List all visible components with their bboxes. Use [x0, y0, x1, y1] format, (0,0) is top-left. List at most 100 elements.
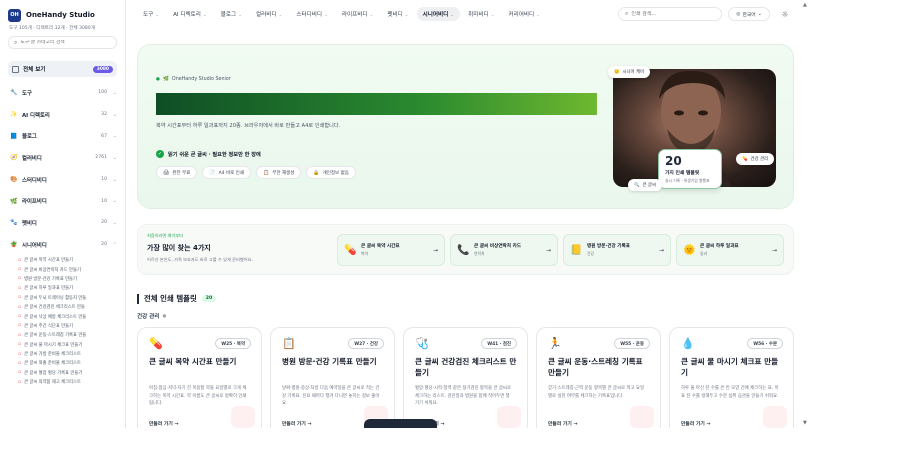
template-go-link[interactable]: 만들러 가기 →: [149, 420, 178, 427]
list-item-label: 큰 글씨 운동·스트레칭 기록표 만들: [24, 333, 87, 339]
template-card-medication[interactable]: 💊 W25 · 복약 큰 글씨 복약 시간표 만들기 아침·점심·저녁·자기 전…: [137, 327, 262, 437]
sidebar-search[interactable]: ⌕: [8, 36, 117, 49]
nav-item-pet[interactable]: 펫비디 ⌄: [381, 7, 414, 21]
nav-item-hobby[interactable]: 취미비디 ⌄: [462, 7, 500, 21]
chevron-down-icon[interactable]: ⌄: [111, 112, 117, 118]
template-go-link[interactable]: 만들러 가기 →: [282, 420, 311, 427]
list-item[interactable]: ▫ 큰 글씨 가방 준비물 체크리스트: [18, 349, 125, 358]
list-item-label: 병원 방문·건강 기록표 만들기: [24, 276, 77, 282]
language-select[interactable]: ◎ 한국어 ⌄: [728, 7, 770, 21]
list-item[interactable]: ▫ 큰 글씨 복약 시간표 만들기: [18, 256, 125, 265]
floating-toolbar[interactable]: [364, 419, 437, 428]
chevron-down-icon[interactable]: ⌄: [111, 177, 117, 183]
scroll-up-icon[interactable]: ▲: [803, 2, 807, 8]
list-item[interactable]: ▫ 큰 글씨 의약품 재고 체크리스트: [18, 378, 125, 387]
sidebar-item-ai-directory[interactable]: ✨ AI 디렉토리 32 ⌄: [0, 104, 125, 126]
nav-item-life[interactable]: 라이프비디 ⌄: [336, 7, 380, 21]
popular-card-sub: 일과: [700, 251, 707, 256]
popular-card-daily[interactable]: 🌞 큰 글씨 하루 일과표 일과 →: [676, 234, 784, 266]
sidebar-item-life[interactable]: 🌿 라이프비디 10 ⌄: [0, 190, 125, 212]
nav-item-career[interactable]: 커리어비디 ⌄: [502, 7, 546, 21]
scroll-down-icon[interactable]: ▼: [803, 420, 807, 426]
chevron-down-icon: ⌄: [536, 13, 540, 18]
chip-label: 개인정보 없음: [322, 170, 349, 176]
sidebar-item-tools[interactable]: 🔧 도구 100 ⌄: [0, 82, 125, 104]
popular-kicker: 처음이라면 여기부터: [147, 233, 184, 238]
chevron-down-icon[interactable]: ⌄: [111, 220, 117, 226]
template-count-sub: 실시 기록 · 위생기입 병행표: [665, 178, 710, 183]
lock-icon: 🔒: [313, 169, 320, 176]
nav-item-blog[interactable]: 블로그 ⌄: [215, 7, 248, 21]
sidebar-all-view[interactable]: 전체 보기 3080: [8, 61, 117, 77]
group-title: 건강 관리 ●: [137, 312, 166, 321]
list-item[interactable]: ▫ 큰 글씨 운동·스트레칭 기록표 만들: [18, 331, 125, 340]
list-item[interactable]: ▫ 큰 글씨 주간 식단표 만들기: [18, 321, 125, 330]
nav-item-ai-directory[interactable]: AI 디렉토리 ⌄: [167, 7, 213, 21]
template-go-link[interactable]: 만들러 가기 →: [681, 420, 710, 427]
nav-item-study[interactable]: 스터디비디 ⌄: [290, 7, 334, 21]
template-title: 병원 방문·건강 기록표 만들기: [282, 357, 377, 366]
list-item[interactable]: ▫ 큰 글씨 혈압 혈당 기록표 만들기: [18, 368, 125, 377]
popular-card-medication[interactable]: 💊 큰 글씨 복약 시간표 복약 →: [337, 234, 445, 266]
sidebar-item-pet[interactable]: 🐾 펫비디 20 ⌄: [0, 212, 125, 234]
top-search-input[interactable]: [631, 11, 712, 17]
list-item[interactable]: ▫ 큰 글씨 하루 일과표 만들기: [18, 284, 125, 293]
all-view-count: 3080: [92, 65, 113, 73]
template-description: 하루 물 마신 잔 수를 큰 칸 모양 건에 체크하는 표. 목표 잔 수를 정…: [681, 386, 779, 399]
sidebar-item-blog[interactable]: 📘 블로그 67 ⌄: [0, 125, 125, 147]
list-item[interactable]: ▫ 병원 방문·건강 기록표 만들기: [18, 274, 125, 283]
sidebar-item-senior[interactable]: 🪴 시니어비디 20 ⌃: [0, 234, 125, 256]
chevron-down-icon[interactable]: ⌄: [111, 155, 117, 161]
pill-label: 시니어 케어: [622, 70, 645, 75]
list-item-label: 큰 글씨 가방 준비물 체크리스트: [24, 352, 81, 358]
scrollbar[interactable]: ▲ ▼: [801, 0, 811, 428]
popular-title: 가장 많이 찾는 4가지: [147, 244, 211, 252]
brand[interactable]: OH OneHandy Studio: [0, 0, 125, 22]
nav-item-tools[interactable]: 도구 ⌄: [137, 7, 165, 21]
nav-label: 시니어비디: [422, 12, 449, 18]
dot-icon: ●: [156, 77, 160, 82]
card-decoration: [763, 406, 787, 428]
notebook-icon: 📒: [570, 244, 583, 256]
arrow-right-icon: →: [545, 246, 551, 254]
list-item[interactable]: ▫ 큰 글씨 비상연락처 카드 만들기: [18, 265, 125, 274]
list-item[interactable]: ▫ 큰 글씨 물 마시기 체크표 만들기: [18, 340, 125, 349]
chevron-down-icon[interactable]: ⌄: [111, 198, 117, 204]
template-card-water[interactable]: 💧 W56 · 수분 큰 글씨 물 마시기 체크표 만들기 하루 물 마신 잔 …: [669, 327, 794, 437]
list-item-label: 큰 글씨 의약품 재고 체크리스트: [24, 380, 81, 386]
list-item[interactable]: ▫ 큰 글씨 두뇌 트레이닝 활동지 만들: [18, 293, 125, 302]
sidebar-item-study[interactable]: 🎨 스터디비디 10 ⌄: [0, 169, 125, 191]
list-item-label: 큰 글씨 외출 준비물 체크리스트: [24, 361, 81, 367]
list-item[interactable]: ▫ 큰 글씨 외출 준비물 체크리스트: [18, 359, 125, 368]
list-item-label: 큰 글씨 혈압 혈당 기록표 만들기: [24, 370, 83, 376]
nav-item-senior[interactable]: 시니어비디 ⌄: [416, 7, 461, 21]
list-item[interactable]: ▫ 큰 글씨 낙상 예방 체크리스트 만들: [18, 312, 125, 321]
theme-toggle[interactable]: ☼: [778, 7, 792, 21]
nav-item-color[interactable]: 컬러비디 ⌄: [250, 7, 288, 21]
nav-label: 취미비디: [468, 12, 489, 18]
chevron-down-icon[interactable]: ⌄: [111, 90, 117, 96]
top-search[interactable]: ⌕: [618, 7, 722, 21]
pill-icon: 💊: [344, 244, 357, 256]
list-item-label: 큰 글씨 물 마시기 체크표 만들기: [24, 342, 83, 348]
list-item[interactable]: ▫ 큰 글씨 건강검진 체크리스트 만들: [18, 302, 125, 311]
pill-icon: 💊: [742, 156, 748, 162]
template-card-exercise[interactable]: 🏃 W55 · 운동 큰 글씨 운동·스트레칭 기록표 만들기 걷기·스트레칭·…: [536, 327, 661, 437]
brand-logo: OH: [8, 8, 21, 22]
chevron-down-icon[interactable]: ⌄: [111, 133, 117, 139]
popular-card-contact[interactable]: 📞 큰 글씨 비상연락처 카드 연락처 →: [450, 234, 558, 266]
template-go-link[interactable]: 만들러 가기 →: [548, 420, 577, 427]
page-icon: 📄: [209, 169, 216, 176]
popular-card-health[interactable]: 📒 병원 방문·건강 기록표 건강 →: [563, 234, 671, 266]
sidebar-item-color[interactable]: 🧭 컬러비디 2761 ⌄: [0, 147, 125, 169]
sidebar-search-input[interactable]: [20, 40, 111, 45]
chevron-up-icon[interactable]: ⌃: [111, 242, 117, 248]
chip-label: A4 바로 인쇄: [218, 170, 244, 176]
nav-label: 컬러비디: [255, 12, 277, 18]
hero-kicker-text: OneHandy Studio Senior: [171, 77, 231, 82]
nav-label: 라이프비디: [341, 12, 368, 18]
nav-label: 펫비디: [387, 12, 403, 18]
brand-name: OneHandy Studio: [26, 11, 95, 19]
nav-label: 도구: [143, 12, 154, 18]
sidebar-item-count: 67: [101, 133, 107, 139]
